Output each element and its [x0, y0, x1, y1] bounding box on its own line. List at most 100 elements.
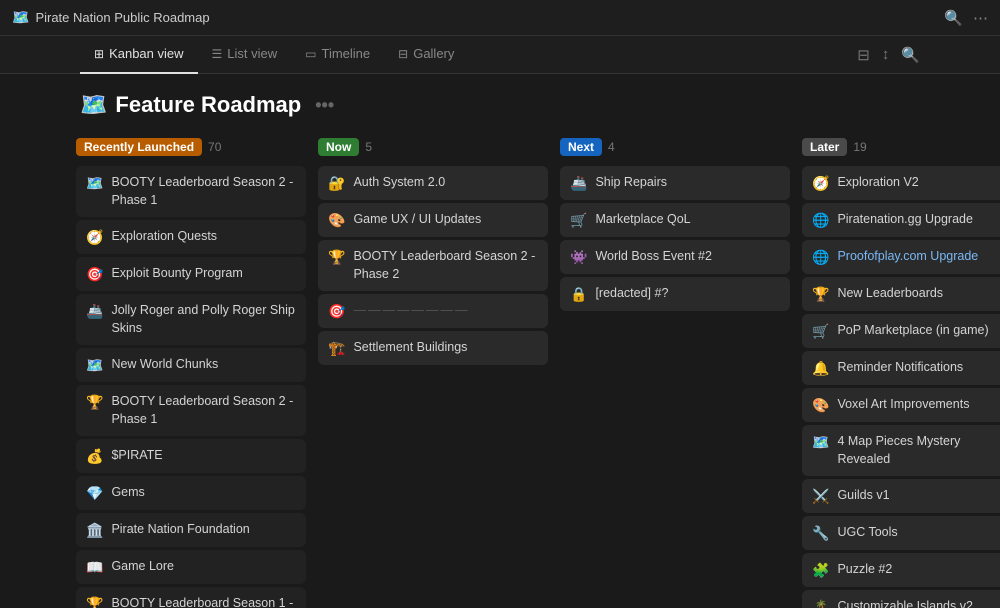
card[interactable]: 🌐Piratenation.gg Upgrade — [802, 203, 1000, 237]
card-emoji: 👾 — [570, 249, 587, 266]
column-count-later: 19 — [853, 140, 866, 154]
card-text: ———————— — [353, 302, 469, 320]
card[interactable]: 🧩Puzzle #2 — [802, 553, 1000, 587]
tab-timeline-label: Timeline — [321, 46, 370, 61]
card-emoji: 🎯 — [86, 266, 103, 283]
page-options-button[interactable]: ••• — [315, 95, 334, 116]
column-header-next: Next 4 — [560, 136, 790, 158]
card[interactable]: 🏛️ Pirate Nation Foundation — [76, 513, 306, 547]
card[interactable]: 🌐Proofofplay.com Upgrade — [802, 240, 1000, 274]
view-tabs: ⊞ Kanban view ☰ List view ▭ Timeline ⊟ G… — [0, 36, 1000, 74]
card[interactable]: 🗺️New World Chunks — [76, 348, 306, 382]
sort-icon[interactable]: ↕ — [882, 46, 890, 63]
card-text: World Boss Event #2 — [595, 248, 712, 266]
tab-list-label: List view — [227, 46, 277, 61]
kanban-icon: ⊞ — [94, 47, 104, 61]
card[interactable]: 🗺️4 Map Pieces Mystery Revealed — [802, 425, 1000, 476]
card-emoji: 🏆 — [86, 596, 103, 608]
card[interactable]: 💰$PIRATE — [76, 439, 306, 473]
card[interactable]: 💎Gems — [76, 476, 306, 510]
card-emoji: 🏗️ — [328, 340, 345, 357]
card[interactable]: 🔧UGC Tools — [802, 516, 1000, 550]
card-text: Puzzle #2 — [837, 561, 892, 579]
card-text: Exploration V2 — [837, 174, 918, 192]
column-label-next[interactable]: Next — [560, 138, 602, 156]
column-later: Later19🧭Exploration V2🌐Piratenation.gg U… — [802, 136, 1000, 608]
card[interactable]: 🏆BOOTY Leaderboard Season 2 - Phase 1 — [76, 385, 306, 436]
card-text: Piratenation.gg Upgrade — [837, 211, 973, 229]
card[interactable]: 🛒PoP Marketplace (in game) — [802, 314, 1000, 348]
search-icon[interactable]: 🔍 — [944, 9, 963, 27]
column-count-now: 5 — [365, 140, 372, 154]
card[interactable]: 🚢Ship Repairs — [560, 166, 790, 200]
card[interactable]: 🏝️ Customizable Islands v2 — [802, 590, 1000, 608]
card[interactable]: 🛒Marketplace QoL — [560, 203, 790, 237]
card-text: Exploration Quests — [111, 228, 217, 246]
card-emoji: 🗺️ — [86, 175, 103, 192]
tab-gallery-label: Gallery — [413, 46, 454, 61]
card-text: UGC Tools — [837, 524, 897, 542]
card-text: Reminder Notifications — [837, 359, 963, 377]
filter-icon[interactable]: ⊟ — [857, 46, 870, 64]
card[interactable]: 🎯 ———————— — [318, 294, 548, 328]
card-text: Voxel Art Improvements — [837, 396, 969, 414]
column-now: Now 5 🔐Auth System 2.0🎨Game UX / UI Update… — [318, 136, 548, 608]
card[interactable]: ⚔️Guilds v1 — [802, 479, 1000, 513]
card-emoji: 🔒 — [570, 286, 587, 303]
column-recently-launched: Recently Launched70🗺️BOOTY Leaderboard S… — [76, 136, 306, 608]
title-bar: 🗺️ Pirate Nation Public Roadmap 🔍 ⋯ — [0, 0, 1000, 36]
card[interactable]: 🧭 Exploration V2 — [802, 166, 1000, 200]
card[interactable]: 🎯Exploit Bounty Program — [76, 257, 306, 291]
card-text: New Leaderboards — [837, 285, 943, 303]
column-label-recently-launched[interactable]: Recently Launched — [76, 138, 202, 156]
card[interactable]: 🎨 Voxel Art Improvements — [802, 388, 1000, 422]
card[interactable]: 📖Game Lore — [76, 550, 306, 584]
page-emoji: 🗺️ — [80, 92, 107, 118]
card[interactable]: 🧭Exploration Quests — [76, 220, 306, 254]
card-emoji: 🏆 — [328, 249, 345, 266]
more-icon[interactable]: ⋯ — [973, 9, 988, 27]
card-emoji: 🎯 — [328, 303, 345, 320]
card-emoji: 🧭 — [812, 175, 829, 192]
column-label-later[interactable]: Later — [802, 138, 847, 156]
card[interactable]: 🏆New Leaderboards — [802, 277, 1000, 311]
app-title: Pirate Nation Public Roadmap — [35, 10, 209, 25]
card[interactable]: 🗺️BOOTY Leaderboard Season 2 - Phase 1 — [76, 166, 306, 217]
card-emoji: ⚔️ — [812, 488, 829, 505]
tab-kanban[interactable]: ⊞ Kanban view — [80, 36, 198, 74]
card-text: Marketplace QoL — [595, 211, 690, 229]
tab-list[interactable]: ☰ List view — [198, 36, 292, 74]
card[interactable]: 🏆BOOTY Leaderboard Season 1 - Phase 2 — [76, 587, 306, 608]
card[interactable]: 🏗️ Settlement Buildings — [318, 331, 548, 365]
card[interactable]: 👾 World Boss Event #2 — [560, 240, 790, 274]
card-emoji: 🏝️ — [812, 599, 829, 608]
card-text: Customizable Islands v2 — [837, 598, 972, 608]
column-cards-later: 🧭Exploration V2🌐Piratenation.gg Upgrade🌐… — [802, 166, 1000, 608]
card-emoji: 🛒 — [812, 323, 829, 340]
card[interactable]: 🔔Reminder Notifications — [802, 351, 1000, 385]
tab-timeline[interactable]: ▭ Timeline — [291, 36, 384, 74]
card-emoji: 🏛️ — [86, 522, 103, 539]
column-header-later: Later 19 — [802, 136, 1000, 158]
card-text: BOOTY Leaderboard Season 2 - Phase 2 — [353, 248, 538, 283]
card-emoji: 🗺️ — [86, 357, 103, 374]
card-emoji: 🌐 — [812, 249, 829, 266]
card-emoji: 🎨 — [812, 397, 829, 414]
card[interactable]: 🎨Game UX / UI Updates — [318, 203, 548, 237]
card-text: Settlement Buildings — [353, 339, 467, 357]
card[interactable]: 🔒 [redacted] #? — [560, 277, 790, 311]
search-icon[interactable]: 🔍 — [901, 46, 920, 64]
card-emoji: 💎 — [86, 485, 103, 502]
column-count-next: 4 — [608, 140, 615, 154]
card-text: Pirate Nation Foundation — [111, 521, 249, 539]
tab-actions: ⊟ ↕ 🔍 — [857, 46, 920, 64]
tab-gallery[interactable]: ⊟ Gallery — [384, 36, 468, 74]
list-icon: ☰ — [212, 47, 223, 61]
card[interactable]: 🏆 BOOTY Leaderboard Season 2 - Phase 2 — [318, 240, 548, 291]
card-text: Game UX / UI Updates — [353, 211, 481, 229]
card[interactable]: 🔐Auth System 2.0 — [318, 166, 548, 200]
card-text: [redacted] #? — [595, 285, 668, 303]
timeline-icon: ▭ — [305, 47, 316, 61]
column-label-now[interactable]: Now — [318, 138, 359, 156]
card[interactable]: 🚢Jolly Roger and Polly Roger Ship Skins — [76, 294, 306, 345]
